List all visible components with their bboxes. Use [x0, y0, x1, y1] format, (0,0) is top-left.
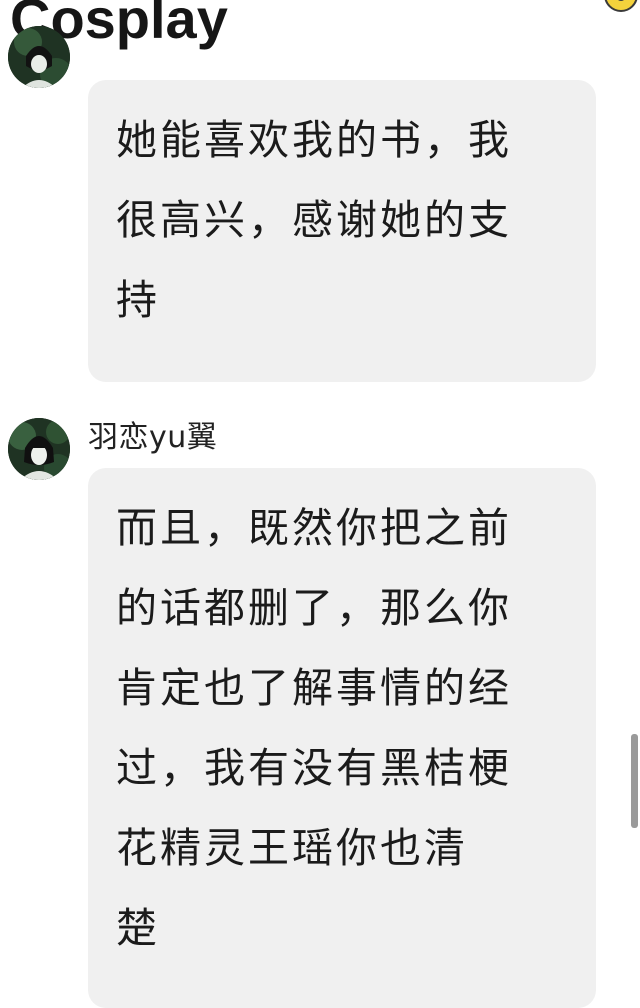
- scrollbar[interactable]: [631, 734, 638, 828]
- message-bubble[interactable]: 而且，既然你把之前 的话都删了，那么你 肯定也了解事情的经 过，我有没有黑桔梗 …: [88, 468, 596, 1008]
- message-line: 的话都删了，那么你: [116, 584, 512, 632]
- message-line: 很高兴，感谢她的支: [116, 196, 512, 244]
- username[interactable]: 羽恋yu翼: [88, 418, 217, 458]
- avatar[interactable]: [8, 418, 70, 480]
- avatar[interactable]: [8, 26, 70, 88]
- message-line: 而且，既然你把之前: [116, 504, 512, 552]
- user-avatar-icon: [8, 418, 70, 480]
- message-line: 过，我有没有黑桔梗: [116, 744, 512, 792]
- message-line: 楚: [116, 904, 160, 952]
- message-bubble[interactable]: 她能喜欢我的书，我 很高兴，感谢她的支 持: [88, 80, 596, 382]
- user-avatar-icon: [8, 26, 70, 88]
- message-line: 她能喜欢我的书，我: [116, 116, 512, 164]
- message-line: 持: [116, 276, 160, 324]
- message-line: 肯定也了解事情的经: [116, 664, 512, 712]
- message-line: 花精灵王瑶你也清: [116, 824, 468, 872]
- face-emoji-icon[interactable]: [604, 0, 638, 12]
